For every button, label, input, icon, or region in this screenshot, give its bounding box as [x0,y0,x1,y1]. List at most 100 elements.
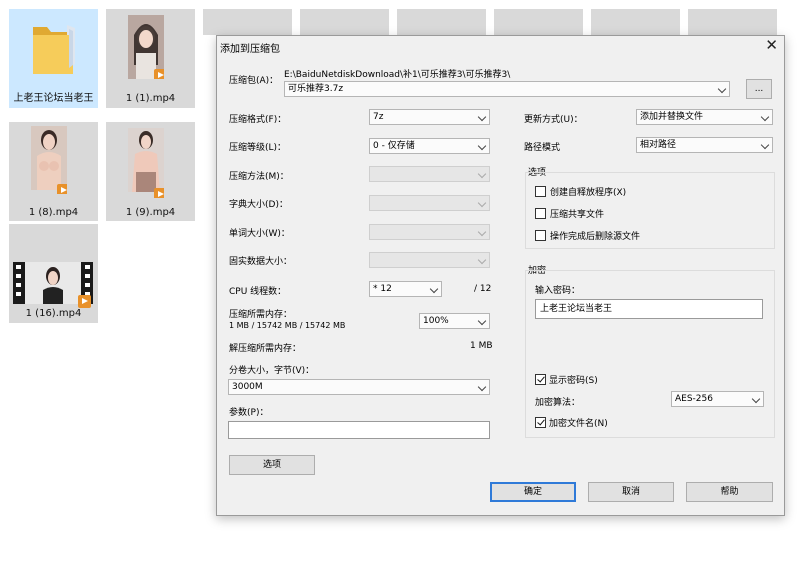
play-icon [78,295,91,308]
level-label: 压缩等级(L)： [229,143,287,153]
algo-label: 加密算法： [535,398,581,408]
update-label: 更新方式(U)： [524,115,583,125]
archive-label: 压缩包(A)： [229,76,279,86]
level-value: 0 - 仅存储 [373,141,415,151]
shared-label: 压缩共享文件 [550,210,605,220]
encrypt-group: 输入密码： 上老王论坛当老王 显示密码(S) 加密算法： AES-256 加密文… [525,270,775,438]
cancel-button[interactable]: 取消 [588,482,674,502]
file-tile-folder[interactable]: 上老王论坛当老王 [9,9,98,108]
archive-name-combo[interactable]: 可乐推荐3.7z [284,81,730,97]
chevron-down-icon [477,316,487,326]
method-select[interactable] [369,166,490,182]
file-tile-video[interactable] [300,9,389,35]
help-button[interactable]: 帮助 [686,482,773,502]
mem-percent-select[interactable]: 100% [419,313,490,329]
algo-value: AES-256 [675,394,713,404]
chevron-down-icon [477,227,487,237]
algo-select[interactable]: AES-256 [671,391,764,407]
format-value: 7z [373,112,384,122]
file-tile-video[interactable]: 1 (9).mp4 [106,122,195,221]
chevron-down-icon [477,141,487,151]
sfx-label: 创建自释放程序(X) [550,188,627,198]
path-select[interactable]: 相对路径 [636,137,773,153]
chevron-down-icon [717,84,727,94]
mem-label: 压缩所需内存： [229,310,293,320]
password-label: 输入密码： [535,286,581,296]
file-tile-video[interactable] [688,9,777,35]
play-icon [154,188,164,198]
path-label: 路径模式 [524,143,561,153]
video-thumbnail [13,262,93,308]
update-value: 添加并替换文件 [640,112,704,122]
level-select[interactable]: 0 - 仅存储 [369,138,490,154]
options-group: 创建自释放程序(X) 压缩共享文件 操作完成后删除源文件 [525,172,775,249]
file-tile-video[interactable] [203,9,292,35]
params-input[interactable] [228,421,490,439]
file-tile-video[interactable]: 1 (16).mp4 [9,224,98,323]
folder-icon [27,17,81,84]
volume-combo[interactable]: 3000M [228,379,490,395]
password-input[interactable]: 上老王论坛当老王 [535,299,763,319]
sfx-checkbox[interactable] [535,186,546,197]
show-password-label: 显示密码(S) [549,376,598,386]
chevron-down-icon [477,112,487,122]
delete-after-checkbox[interactable] [535,230,546,241]
cpu-value: * 12 [373,284,392,294]
close-icon[interactable]: ✕ [765,36,778,54]
volume-value: 3000M [232,382,263,392]
volume-label: 分卷大小，字节(V)： [229,366,315,376]
dict-select[interactable] [369,195,490,211]
file-tile-video[interactable] [591,9,680,35]
chevron-down-icon [477,255,487,265]
method-label: 压缩方法(M)： [229,172,289,182]
browse-button[interactable]: ... [746,79,772,99]
chevron-down-icon [760,112,770,122]
cpu-select[interactable]: * 12 [369,281,442,297]
dialog-title: 添加到压缩包 [220,44,280,55]
encrypt-names-label: 加密文件名(N) [549,419,608,429]
ok-button[interactable]: 确定 [490,482,576,502]
mem-detail: 1 MB / 15742 MB / 15742 MB [229,321,346,330]
mem-percent-value: 100% [423,316,449,326]
chevron-down-icon [477,198,487,208]
params-label: 参数(P)： [229,408,269,418]
video-thumbnail [31,126,67,194]
shared-checkbox[interactable] [535,208,546,219]
file-tile-video[interactable]: 1 (8).mp4 [9,122,98,221]
show-password-checkbox[interactable] [535,374,546,385]
file-tile-video[interactable] [494,9,583,35]
solid-select[interactable] [369,252,490,268]
demem-value: 1 MB [470,341,493,351]
video-thumbnail [128,128,164,198]
chevron-down-icon [429,284,439,294]
file-name: 上老王论坛当老王 [13,93,94,104]
file-name: 1 (9).mp4 [125,207,176,218]
file-tile-video[interactable]: 1 (1).mp4 [106,9,195,108]
dict-label: 字典大小(D)： [229,200,288,210]
file-name: 1 (1).mp4 [125,93,176,104]
cpu-label: CPU 线程数： [229,287,287,297]
format-label: 压缩格式(F)： [229,115,287,125]
encrypt-names-checkbox[interactable] [535,417,546,428]
play-icon [57,184,67,194]
file-tile-video[interactable] [397,9,486,35]
update-select[interactable]: 添加并替换文件 [636,109,773,125]
chevron-down-icon [751,394,761,404]
path-value: 相对路径 [640,140,677,150]
video-thumbnail [128,15,164,79]
chevron-down-icon [477,382,487,392]
chevron-down-icon [760,140,770,150]
cpu-total: / 12 [474,284,492,294]
archive-name-value: 可乐推荐3.7z [288,84,344,94]
add-to-archive-dialog: 添加到压缩包 ✕ 压缩包(A)： E:\BaiduNetdiskDownload… [216,35,785,516]
play-icon [154,69,164,79]
format-select[interactable]: 7z [369,109,490,125]
demem-label: 解压缩所需内存： [229,344,302,354]
options-button[interactable]: 选项 [229,455,315,475]
archive-path: E:\BaiduNetdiskDownload\补1\可乐推荐3\可乐推荐3\ [284,70,511,80]
word-select[interactable] [369,224,490,240]
delete-after-label: 操作完成后删除源文件 [550,232,641,242]
file-name: 1 (8).mp4 [28,207,79,218]
file-name: 1 (16).mp4 [25,308,82,319]
word-label: 单词大小(W)： [229,229,290,239]
